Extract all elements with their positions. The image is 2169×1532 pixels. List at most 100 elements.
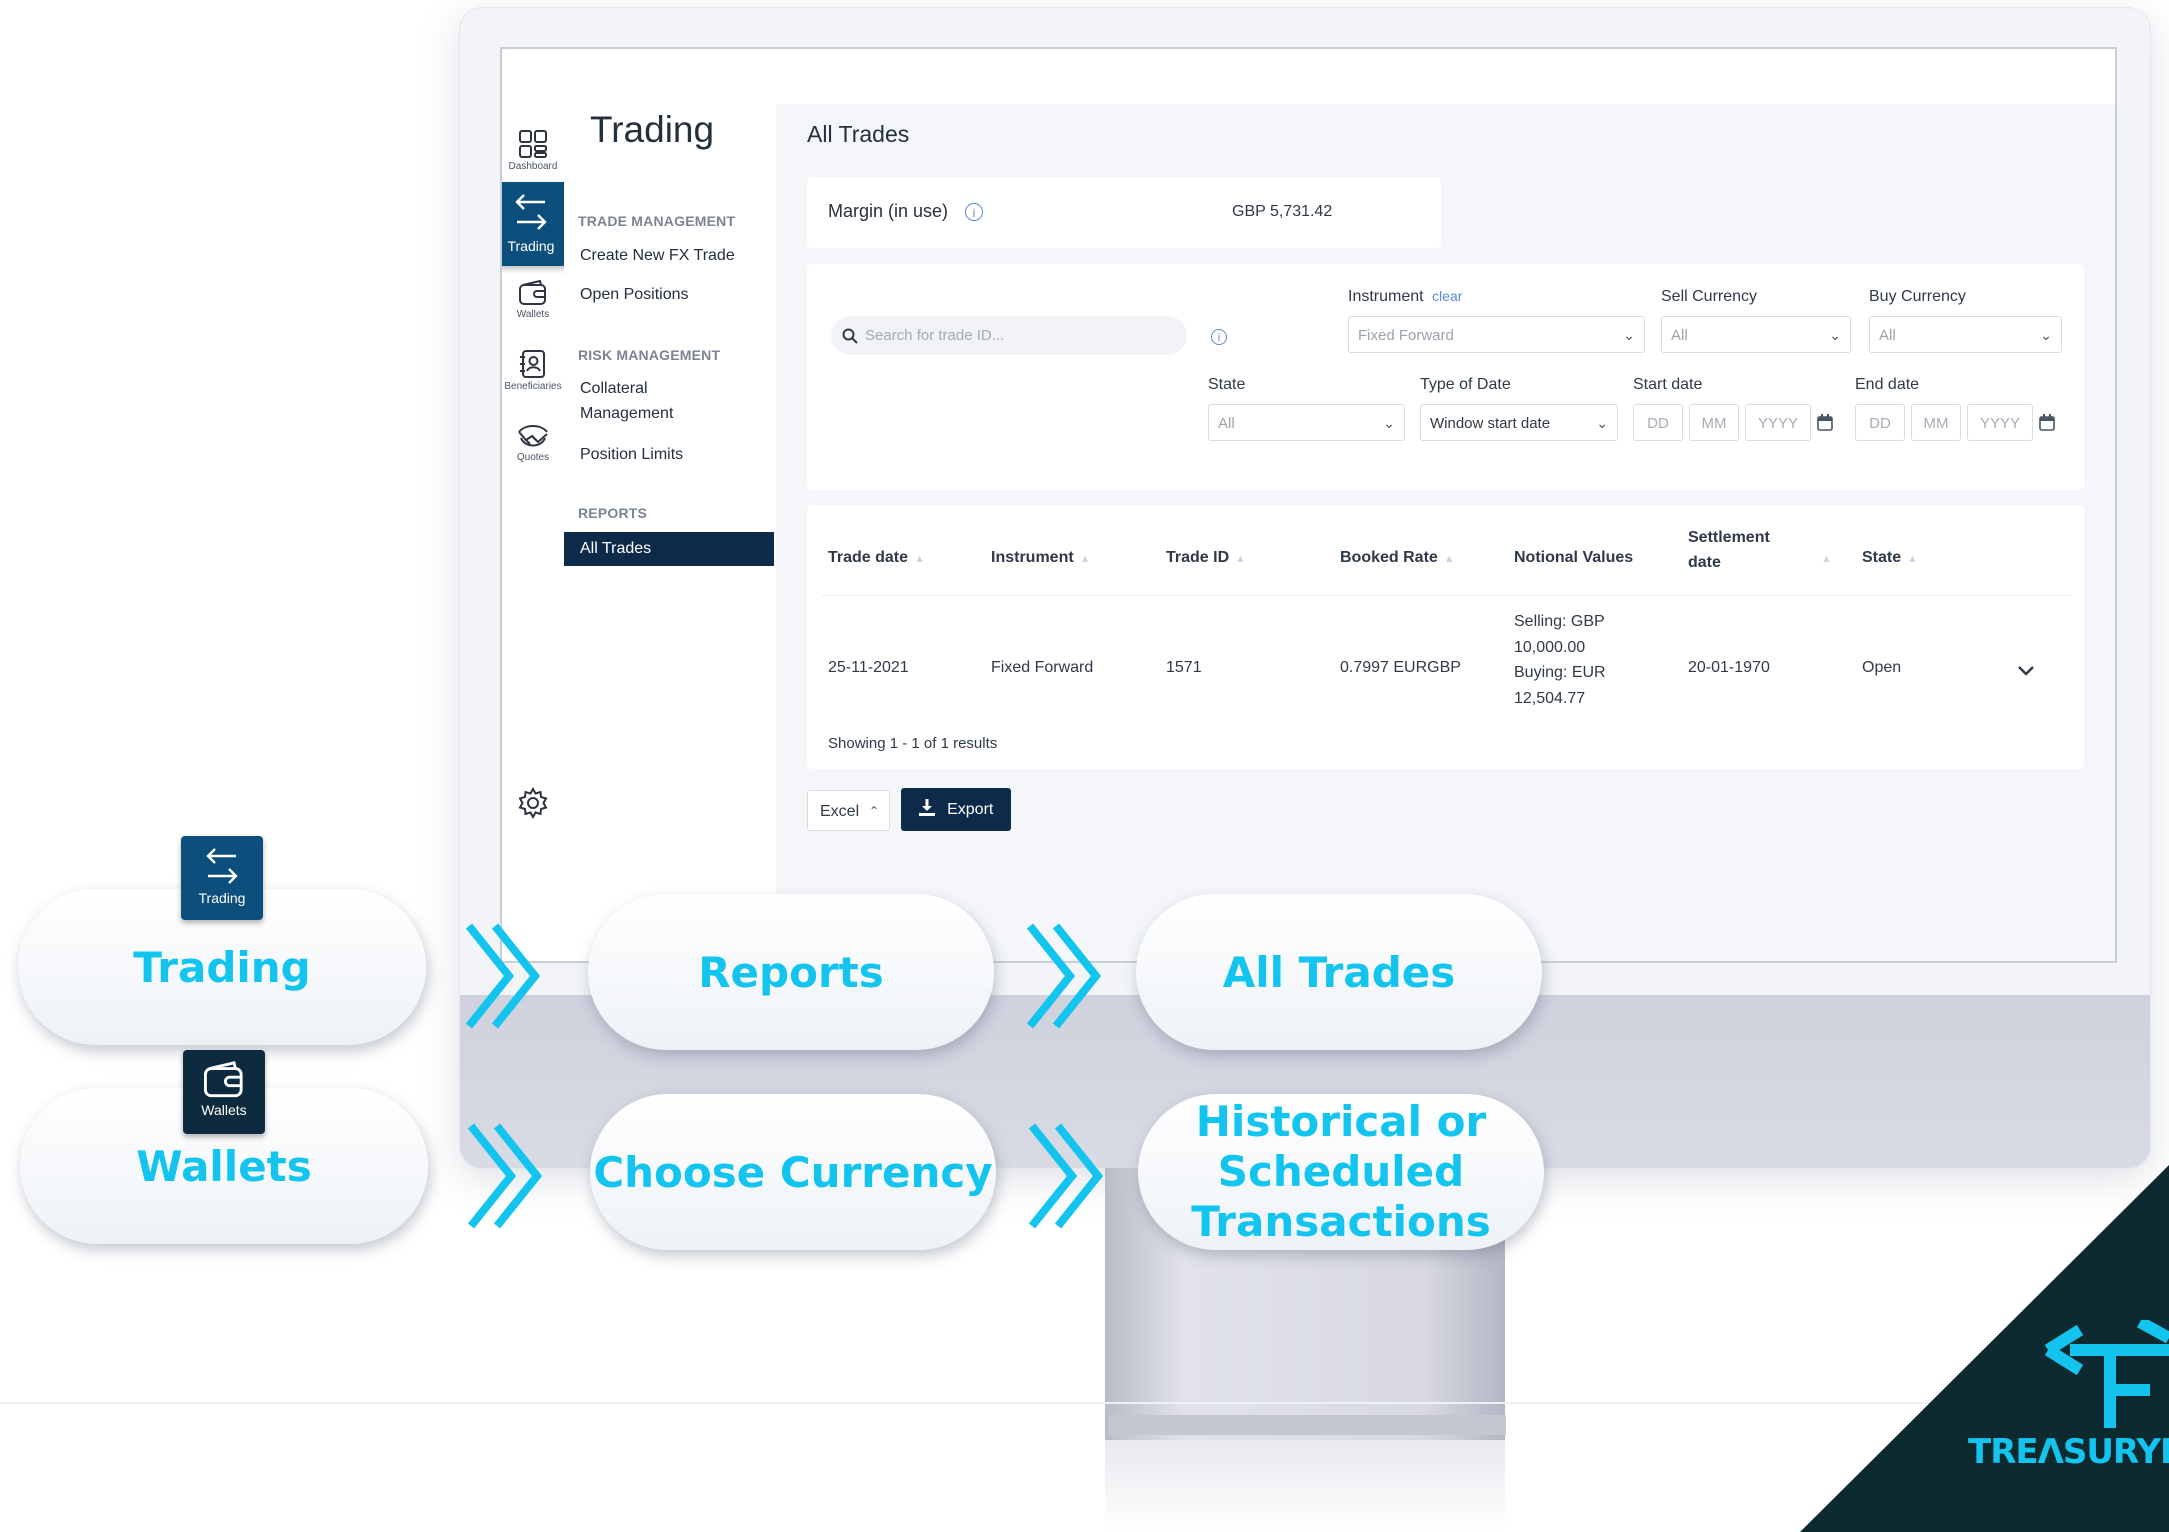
column-header-state[interactable]: State ▲ xyxy=(1862,549,1918,567)
sort-icon[interactable]: ▲ xyxy=(1821,553,1832,565)
icon-rail: Dashboard Trading Wallets Beneficiaries … xyxy=(502,49,572,961)
flow-step-line: Historical or xyxy=(1195,1097,1487,1146)
flow-step-reports: Reports xyxy=(588,894,994,1050)
nav-title: Trading xyxy=(590,109,715,150)
instrument-clear-link[interactable]: clear xyxy=(1432,288,1462,304)
nav-item-position-limits[interactable]: Position Limits xyxy=(580,442,683,467)
info-icon[interactable]: i xyxy=(965,203,983,221)
notional-line: Buying: EUR xyxy=(1514,664,1606,681)
margin-value: GBP 5,731.42 xyxy=(1232,203,1333,220)
logo-mark-icon xyxy=(2044,1320,2169,1428)
type-of-date-value: Window start date xyxy=(1430,415,1551,432)
end-date-month[interactable]: MM xyxy=(1911,404,1961,441)
nav-section-trade-management: TRADE MANAGEMENT xyxy=(578,213,736,229)
notional-line: Selling: GBP xyxy=(1514,613,1605,630)
end-date-year[interactable]: YYYY xyxy=(1967,404,2033,441)
nav-item-open-positions[interactable]: Open Positions xyxy=(580,282,689,307)
rail-label: Dashboard xyxy=(508,161,558,172)
nav-panel: Trading TRADE MANAGEMENT Create New FX T… xyxy=(564,49,777,961)
column-header-trade-date[interactable]: Trade date ▲ xyxy=(828,549,925,567)
monitor-stand-base xyxy=(1108,1415,1506,1435)
cell-booked-rate: 0.7997 EURGBP xyxy=(1340,659,1461,676)
double-chevron-arrow-icon xyxy=(1026,923,1102,1029)
nav-item-label: Collateral xyxy=(580,380,648,397)
download-icon xyxy=(918,799,935,816)
nav-item-label: Management xyxy=(580,405,674,422)
buy-currency-select[interactable]: All ⌄ xyxy=(1869,316,2062,353)
sort-icon: ▲ xyxy=(1235,553,1247,565)
type-of-date-select[interactable]: Window start date ⌄ xyxy=(1420,404,1618,441)
start-date-year[interactable]: YYYY xyxy=(1745,404,1811,441)
handshake-icon xyxy=(518,425,548,447)
cell-trade-date: 25-11-2021 xyxy=(828,659,909,676)
sell-currency-select[interactable]: All ⌄ xyxy=(1661,316,1851,353)
instrument-select[interactable]: Fixed Forward ⌄ xyxy=(1348,316,1645,353)
chevron-down-icon: ⌄ xyxy=(1829,327,1841,343)
sell-currency-value: All xyxy=(1671,327,1688,344)
chevron-down-icon: ⌄ xyxy=(1596,415,1608,431)
rail-item-trading[interactable]: Trading xyxy=(502,182,572,266)
info-icon[interactable]: i xyxy=(1211,329,1227,345)
cell-settlement-date: 20-01-1970 xyxy=(1688,659,1770,676)
arrows-icon xyxy=(206,848,238,884)
state-label: State xyxy=(1208,376,1246,393)
end-date-day[interactable]: DD xyxy=(1855,404,1905,441)
column-header-notional-values[interactable]: Notional Values xyxy=(1514,549,1633,567)
rail-label: Beneficiaries xyxy=(504,381,562,392)
nav-item-all-trades[interactable]: All Trades xyxy=(564,532,774,566)
header-label: Settlement xyxy=(1688,529,1770,546)
chevron-down-icon: ⌄ xyxy=(1623,327,1635,343)
notional-line: 10,000.00 xyxy=(1514,638,1586,656)
cell-notional-values: Selling: GBP 10,000.00 Buying: EUR 12,50… xyxy=(1514,609,1606,711)
rail-item-quotes[interactable]: Quotes xyxy=(502,422,564,463)
settings-button[interactable] xyxy=(502,787,564,819)
instrument-value: Fixed Forward xyxy=(1358,327,1454,344)
cell-instrument: Fixed Forward xyxy=(991,659,1094,676)
export-label: Export xyxy=(947,801,994,818)
instrument-label-row: Instrument clear xyxy=(1348,288,1462,306)
page-title: All Trades xyxy=(807,121,910,147)
filters-card: Search for trade ID... i Instrument clea… xyxy=(807,264,2084,490)
export-button[interactable]: Export xyxy=(901,788,1011,831)
notional-line: 12,504.77 xyxy=(1514,689,1586,707)
app-screen: Dashboard Trading Wallets Beneficiaries … xyxy=(500,47,2117,963)
double-chevron-arrow-icon xyxy=(1028,1123,1104,1229)
results-count: Showing 1 - 1 of 1 results xyxy=(828,735,998,752)
chevron-down-icon: ⌄ xyxy=(2040,327,2052,343)
expand-row-chevron-icon[interactable] xyxy=(2017,665,2035,677)
sell-currency-label: Sell Currency xyxy=(1661,288,1758,305)
rail-item-dashboard[interactable]: Dashboard xyxy=(502,129,564,172)
margin-card: Margin (in use) i GBP 5,731.42 xyxy=(807,177,1441,248)
sort-icon: ▲ xyxy=(1907,553,1919,565)
flow-step-choose-currency: Choose Currency xyxy=(590,1094,996,1250)
sort-icon: ▲ xyxy=(914,553,925,565)
nav-item-collateral-management[interactable]: Collateral Management xyxy=(580,376,673,426)
header-label: Trade date xyxy=(828,549,909,566)
rail-label: Wallets xyxy=(516,309,550,320)
column-header-instrument[interactable]: Instrument ▲ xyxy=(991,549,1091,567)
state-select[interactable]: All ⌄ xyxy=(1208,404,1405,441)
calendar-icon[interactable] xyxy=(1817,414,1833,431)
flow-step-line: Scheduled xyxy=(1217,1147,1465,1196)
rail-item-beneficiaries[interactable]: Beneficiaries xyxy=(502,349,564,392)
calendar-icon[interactable] xyxy=(2039,414,2055,431)
header-label: Booked Rate xyxy=(1340,549,1438,566)
buy-currency-label: Buy Currency xyxy=(1869,288,1966,305)
nav-section-risk-management: RISK MANAGEMENT xyxy=(578,347,721,363)
column-header-trade-id[interactable]: Trade ID ▲ xyxy=(1166,549,1246,567)
header-label: State xyxy=(1862,549,1902,566)
flow-step-all-trades: All Trades xyxy=(1136,894,1542,1050)
wallets-badge: Wallets xyxy=(183,1050,265,1134)
type-of-date-label: Type of Date xyxy=(1420,376,1511,393)
state-value: All xyxy=(1218,415,1235,432)
nav-item-create-fx-trade[interactable]: Create New FX Trade xyxy=(580,243,735,268)
start-date-month[interactable]: MM xyxy=(1689,404,1739,441)
rail-item-wallets[interactable]: Wallets xyxy=(502,279,564,320)
export-format-select[interactable]: Excel ⌃ xyxy=(807,790,890,831)
arrows-icon xyxy=(515,194,547,230)
column-header-booked-rate[interactable]: Booked Rate ▲ xyxy=(1340,549,1455,567)
column-header-settlement-date[interactable]: Settlement date xyxy=(1688,525,1770,575)
search-input[interactable]: Search for trade ID... xyxy=(831,316,1187,355)
wallet-icon xyxy=(519,279,546,305)
start-date-day[interactable]: DD xyxy=(1633,404,1683,441)
